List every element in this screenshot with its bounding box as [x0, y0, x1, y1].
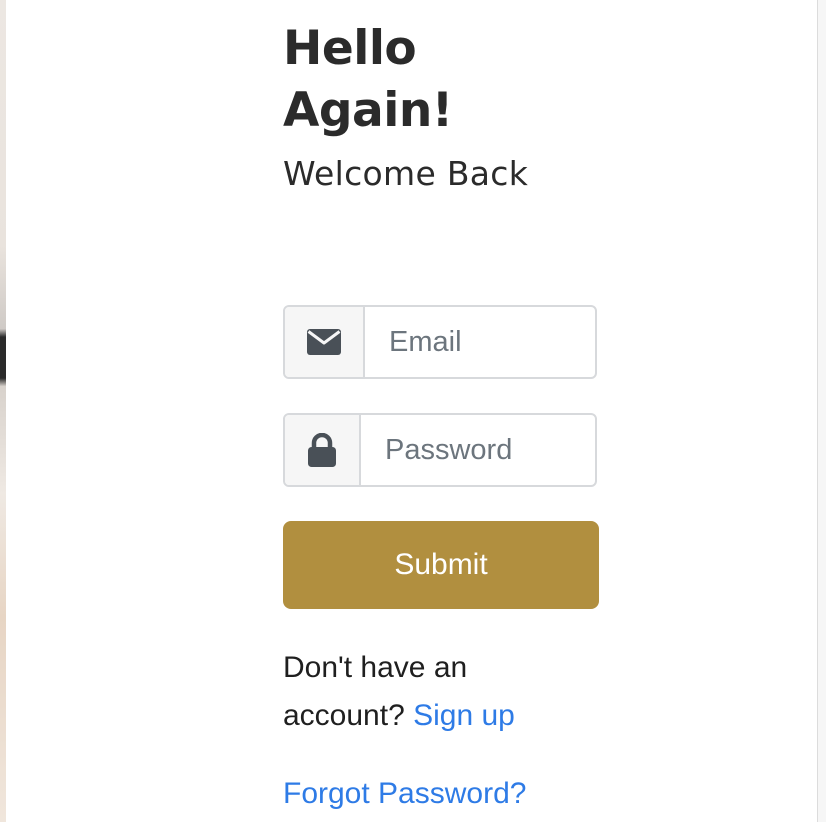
- page-title: Hello Again!: [283, 21, 453, 138]
- scrollbar[interactable]: [817, 0, 826, 822]
- envelope-icon: [285, 307, 365, 377]
- lock-icon: [285, 415, 361, 485]
- submit-button[interactable]: Submit: [283, 521, 599, 609]
- email-input-group: [283, 305, 597, 379]
- background-photo-edge: [0, 0, 6, 822]
- password-input-group: [283, 413, 597, 487]
- page-subtitle: Welcome Back: [283, 154, 529, 193]
- signup-prompt-row: Don't have an account? Sign up: [283, 644, 583, 740]
- login-page: Hello Again! Welcome Back Submit Don't h…: [0, 0, 826, 822]
- email-field[interactable]: [365, 307, 595, 377]
- password-field[interactable]: [361, 415, 595, 485]
- forgot-password-link[interactable]: Forgot Password?: [283, 772, 526, 816]
- signup-link[interactable]: Sign up: [413, 699, 515, 732]
- login-panel: Hello Again! Welcome Back Submit Don't h…: [283, 18, 599, 810]
